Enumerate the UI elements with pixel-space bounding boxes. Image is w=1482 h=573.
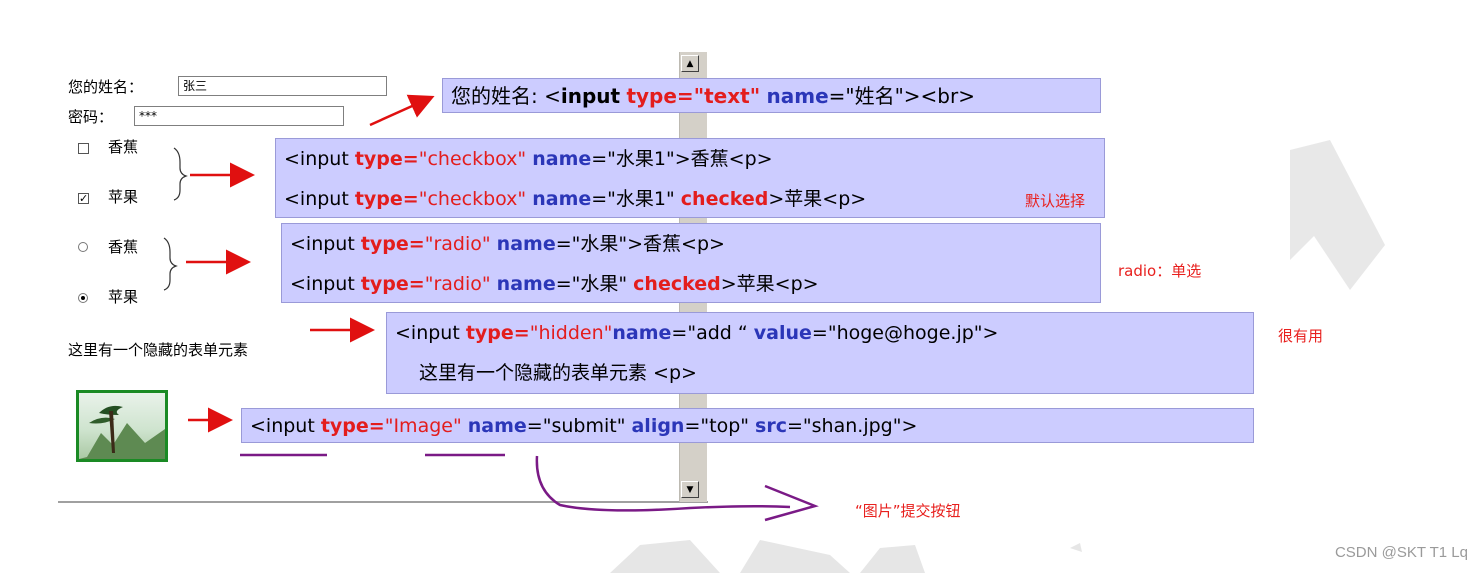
- bracket-checkbox: [173, 147, 188, 201]
- code-text-input: 您的姓名: <input type="text" name="姓名"><br>: [442, 78, 1101, 113]
- code-hidden: <input type="hidden"name="add “ value="h…: [386, 312, 1254, 394]
- purple-curve: [535, 455, 791, 512]
- arrow-name-input: [369, 94, 435, 127]
- note-radio: radio：单选: [1118, 262, 1202, 280]
- code-image: <input type="Image" name="submit" align=…: [241, 408, 1254, 443]
- code-radio: <input type="radio" name="水果">香蕉<p> <inp…: [281, 223, 1101, 303]
- credit-watermark: CSDN @SKT T1 Lq: [1334, 544, 1468, 561]
- note-very-useful: 很有用: [1278, 327, 1324, 345]
- note-default-select: 默认选择: [1025, 192, 1086, 210]
- note-image-submit: “图片”提交按钮: [855, 502, 961, 520]
- bracket-radio: [163, 237, 178, 291]
- purple-arrowhead: [764, 484, 819, 522]
- code-checkbox: <input type="checkbox" name="水果1">香蕉<p> …: [275, 138, 1105, 218]
